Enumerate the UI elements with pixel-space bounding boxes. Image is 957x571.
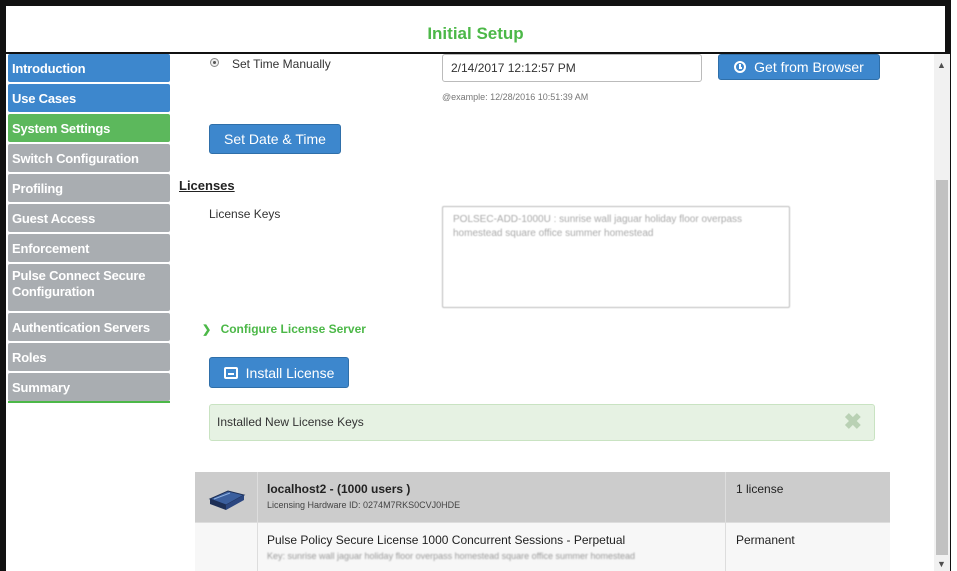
main-content: Set Time Manually 2/14/2017 12:12:57 PM …	[174, 54, 930, 571]
install-tray-icon	[223, 366, 238, 379]
get-from-browser-button[interactable]: Get from Browser	[718, 54, 880, 80]
clock-icon	[734, 61, 747, 73]
window-title: Initial Setup	[427, 24, 524, 43]
set-date-time-button[interactable]: Set Date & Time	[209, 124, 341, 154]
get-from-browser-label: Get from Browser	[754, 59, 864, 75]
sidebar-divider	[8, 401, 170, 403]
device-info: localhost2 - (1000 users ) Licensing Har…	[267, 482, 727, 510]
sidebar-item-use-cases[interactable]: Use Cases	[8, 84, 170, 112]
license-count: 1 license	[725, 472, 890, 522]
date-time-example: @example: 12/28/2016 10:51:39 AM	[442, 92, 589, 102]
sidebar-item-authentication-servers[interactable]: Authentication Servers	[8, 313, 170, 341]
sidebar-item-switch-configuration[interactable]: Switch Configuration	[8, 144, 170, 172]
sidebar-item-pulse-connect-secure[interactable]: Pulse Connect Secure Configuration	[8, 264, 170, 311]
scroll-down-icon[interactable]: ▼	[937, 559, 946, 569]
title-bar: Initial Setup	[6, 6, 945, 54]
install-license-label: Install License	[245, 364, 335, 381]
hardware-id: Licensing Hardware ID: 0274M7RKS0CVJ0HDE	[267, 500, 461, 510]
empty-icon-cell	[195, 523, 258, 571]
sidebar-item-system-settings[interactable]: System Settings	[8, 114, 170, 142]
sidebar-item-introduction[interactable]: Introduction	[8, 54, 170, 82]
set-time-manually-radio[interactable]	[210, 58, 219, 67]
sidebar-item-enforcement[interactable]: Enforcement	[8, 234, 170, 262]
table-row: Pulse Policy Secure License 1000 Concurr…	[195, 523, 890, 571]
sidebar-item-profiling[interactable]: Profiling	[8, 174, 170, 202]
scroll-thumb[interactable]	[936, 180, 948, 555]
chevron-right-icon: ❯	[202, 324, 212, 336]
licenses-section-title: Licenses	[179, 178, 235, 193]
server-device-icon	[208, 490, 246, 510]
sidebar-nav: Introduction Use Cases System Settings S…	[8, 54, 170, 403]
alert-text: Installed New License Keys	[217, 415, 364, 429]
vertical-scrollbar[interactable]: ▲ ▼	[934, 54, 950, 571]
license-title: Pulse Policy Secure License 1000 Concurr…	[267, 533, 626, 547]
date-time-input[interactable]: 2/14/2017 12:12:57 PM	[442, 54, 702, 82]
install-license-button[interactable]: Install License	[209, 357, 349, 388]
license-info: Pulse Policy Secure License 1000 Concurr…	[267, 533, 727, 561]
license-keys-textarea[interactable]: POLSEC-ADD-1000U : sunrise wall jaguar h…	[442, 206, 790, 308]
license-table: localhost2 - (1000 users ) Licensing Har…	[195, 472, 890, 571]
sidebar-item-guest-access[interactable]: Guest Access	[8, 204, 170, 232]
license-term: Permanent	[725, 523, 890, 571]
device-icon-cell	[195, 472, 258, 522]
scroll-up-icon[interactable]: ▲	[937, 60, 946, 70]
configure-license-server-label: Configure License Server	[220, 322, 366, 336]
set-date-time-label: Set Date & Time	[224, 131, 326, 147]
install-success-alert: Installed New License Keys ✖	[209, 404, 875, 441]
license-key: Key: sunrise wall jaguar holiday floor o…	[267, 551, 636, 561]
configure-license-server-link[interactable]: ❯ Configure License Server	[202, 322, 366, 336]
set-time-manually-label: Set Time Manually	[232, 57, 331, 71]
device-title: localhost2 - (1000 users )	[267, 482, 411, 496]
sidebar-item-roles[interactable]: Roles	[8, 343, 170, 371]
license-keys-label: License Keys	[209, 207, 281, 221]
close-icon[interactable]: ✖	[844, 409, 862, 435]
table-row: localhost2 - (1000 users ) Licensing Har…	[195, 472, 890, 523]
sidebar-item-summary[interactable]: Summary	[8, 373, 170, 401]
